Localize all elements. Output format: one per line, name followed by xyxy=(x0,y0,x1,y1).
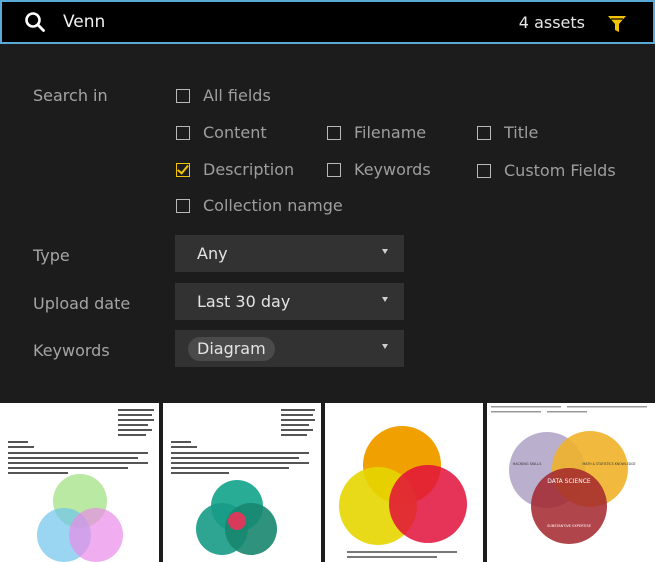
checkbox-box[interactable] xyxy=(477,163,491,178)
checkbox-label: Title xyxy=(504,123,539,142)
asset-count: 4 assets xyxy=(518,13,585,32)
checkbox-content[interactable]: Content xyxy=(176,123,267,142)
type-label: Type xyxy=(33,246,70,265)
checkbox-label: Collection namge xyxy=(203,196,343,215)
keyword-chip[interactable]: Diagram xyxy=(188,337,275,361)
dropdown-arrow-icon xyxy=(382,249,388,254)
dropdown-arrow-icon xyxy=(382,297,388,302)
checkbox-box[interactable] xyxy=(477,125,491,140)
checkbox-filename[interactable]: Filename xyxy=(327,123,426,142)
dropdown-arrow-icon xyxy=(382,344,388,349)
keywords-label: Keywords xyxy=(33,341,110,360)
checkbox-label: All fields xyxy=(203,86,271,105)
right-label: MATH & STATISTICS KNOWLEDGE xyxy=(582,462,635,466)
upload-date-label: Upload date xyxy=(33,294,131,313)
left-label: HACKING SKILLS xyxy=(513,462,543,466)
checkbox-all-fields[interactable]: All fields xyxy=(176,86,271,105)
checkbox-box[interactable] xyxy=(327,125,341,140)
checkbox-label: Description xyxy=(203,160,295,179)
checkbox-box[interactable] xyxy=(327,162,341,177)
checkbox-label: Custom Fields xyxy=(504,161,616,180)
result-thumbnail[interactable] xyxy=(325,403,483,562)
checkbox-title[interactable]: Title xyxy=(477,123,538,142)
checkbox-box[interactable] xyxy=(176,88,190,103)
search-icon[interactable] xyxy=(24,11,46,33)
checkbox-label: Filename xyxy=(354,123,427,142)
data-science-venn-preview: DATA SCIENCE HACKING SKILLS MATH & STATI… xyxy=(491,406,647,544)
result-thumbnail[interactable] xyxy=(0,403,159,562)
type-select[interactable]: Any xyxy=(175,235,404,272)
funnel-icon[interactable] xyxy=(607,14,627,34)
type-value: Any xyxy=(197,244,228,263)
checkbox-collection-name[interactable]: Collection namge xyxy=(176,196,343,215)
checkbox-box[interactable] xyxy=(176,198,190,213)
checkbox-description[interactable]: Description xyxy=(176,160,294,179)
checkbox-box-checked[interactable] xyxy=(176,162,190,177)
result-thumbnail[interactable]: DATA SCIENCE HACKING SKILLS MATH & STATI… xyxy=(487,403,655,562)
bottom-label: SUBSTANTIVE EXPERTISE xyxy=(547,524,591,528)
upload-date-value: Last 30 day xyxy=(197,292,291,311)
checkbox-label: Keywords xyxy=(354,160,431,179)
document-venn-preview xyxy=(8,409,154,562)
checkbox-label: Content xyxy=(203,123,267,142)
results-grid: DATA SCIENCE HACKING SKILLS MATH & STATI… xyxy=(0,403,655,562)
search-in-label: Search in xyxy=(33,86,108,105)
search-bar[interactable]: Venn 4 assets xyxy=(0,0,655,44)
document-venn-teal-preview xyxy=(171,409,315,555)
venn-yellow-orange-red-preview xyxy=(339,426,467,558)
checkbox-box[interactable] xyxy=(176,125,190,140)
filter-panel: Search in All fields Content Filename Ti… xyxy=(0,44,655,399)
checkbox-keywords[interactable]: Keywords xyxy=(327,160,431,179)
checkbox-custom-fields[interactable]: Custom Fields xyxy=(477,161,616,180)
keywords-select[interactable]: Diagram xyxy=(175,330,404,367)
center-label: DATA SCIENCE xyxy=(547,478,591,485)
result-thumbnail[interactable] xyxy=(163,403,321,562)
search-input[interactable]: Venn xyxy=(63,12,105,32)
upload-date-select[interactable]: Last 30 day xyxy=(175,283,404,320)
